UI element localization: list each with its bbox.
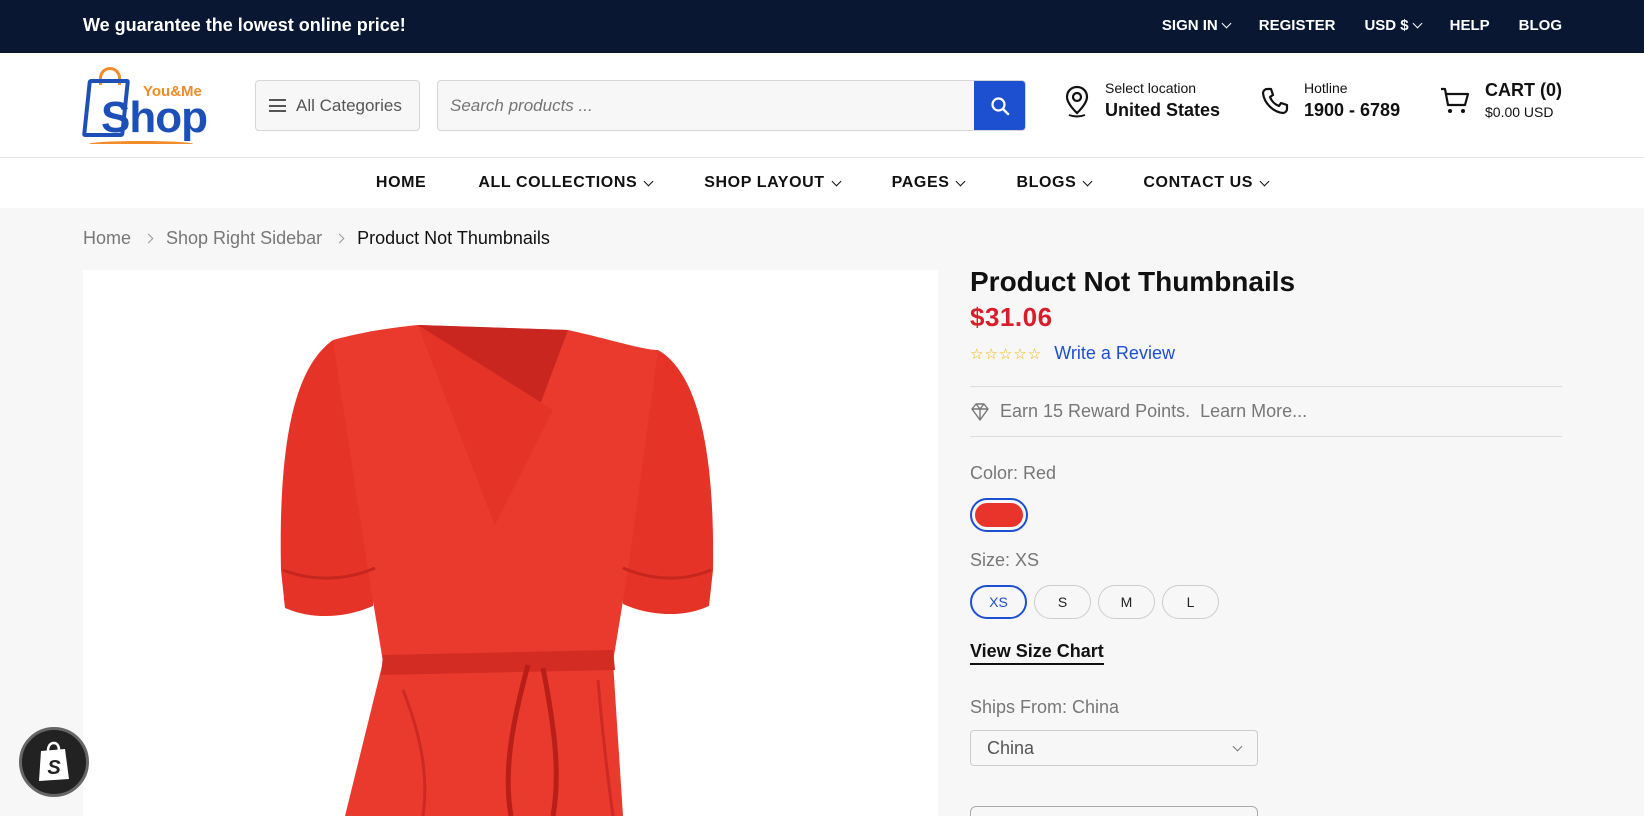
product-image[interactable] (83, 270, 938, 816)
breadcrumb-home[interactable]: Home (83, 228, 131, 249)
cart-label: CART (0) (1485, 80, 1562, 100)
help-link[interactable]: HELP (1450, 17, 1490, 34)
size-option-s[interactable]: S (1034, 585, 1091, 619)
shopify-badge[interactable]: S (19, 727, 89, 797)
currency-selector[interactable]: USD $ (1364, 17, 1423, 34)
write-review-link[interactable]: Write a Review (1054, 343, 1175, 364)
nav-item-all-collections[interactable]: ALL COLLECTIONS (478, 174, 654, 192)
blog-link[interactable]: BLOG (1519, 17, 1562, 34)
search-input[interactable] (438, 81, 976, 130)
chevron-down-icon (1259, 176, 1270, 186)
chevron-down-icon (1412, 18, 1423, 29)
all-categories-label: All Categories (296, 95, 402, 115)
learn-more-link[interactable]: Learn More... (1200, 401, 1307, 422)
sign-in-link[interactable]: SIGN IN (1161, 17, 1232, 34)
register-link[interactable]: REGISTER (1259, 17, 1336, 34)
reward-text: Earn 15 Reward Points. (1000, 401, 1191, 421)
shopify-bag-icon: S (39, 741, 69, 781)
top-links: SIGN IN REGISTER USD $ HELP BLOG (1162, 17, 1562, 34)
swatch-fill (975, 503, 1023, 527)
red-dress-illustration (280, 325, 714, 816)
search-button[interactable] (974, 81, 1025, 130)
map-pin-icon (1065, 85, 1089, 117)
nav-item-home[interactable]: HOME (376, 174, 426, 192)
location-value: United States (1105, 100, 1221, 120)
view-size-chart-link[interactable]: View Size Chart (970, 641, 1104, 665)
chevron-right-icon (143, 233, 154, 244)
nav-item-blogs[interactable]: BLOGS (1016, 174, 1093, 192)
color-swatch-red[interactable] (970, 498, 1028, 532)
color-label: Color: Red (970, 463, 1057, 483)
menu-icon (269, 99, 286, 112)
shop-logo[interactable]: You&Me Shop (81, 65, 213, 149)
site-header: You&Me Shop All Categories Select locati… (0, 53, 1644, 158)
product-title: Product Not Thumbnails (970, 266, 1296, 297)
ships-from-value: China (987, 737, 1035, 758)
hotline: Hotline 1900 - 6789 (1260, 80, 1400, 121)
nav-label: SHOP LAYOUT (704, 174, 825, 191)
all-categories-button[interactable]: All Categories (255, 80, 420, 131)
svg-text:S: S (47, 757, 61, 779)
phone-icon (1261, 87, 1289, 114)
hotline-number[interactable]: 1900 - 6789 (1304, 100, 1400, 121)
cart-total: $0.00 USD (1485, 104, 1554, 120)
logo-swoosh (89, 141, 193, 147)
nav-label: CONTACT US (1143, 174, 1254, 191)
top-bar: We guarantee the lowest online price! SI… (0, 0, 1644, 53)
star-rating: ☆☆☆☆☆ (970, 345, 1043, 363)
promo-text: We guarantee the lowest online price! (83, 15, 406, 35)
size-label: Size: XS (970, 550, 1040, 570)
cart-icon (1441, 87, 1470, 113)
chevron-down-icon (1082, 176, 1093, 186)
cart-button[interactable]: CART (0) $0.00 USD (1439, 80, 1562, 120)
nav-label: ALL COLLECTIONS (478, 174, 638, 191)
nav-item-pages[interactable]: PAGES (891, 174, 966, 192)
rating-row: ☆☆☆☆☆ Write a Review (970, 343, 1562, 364)
chevron-down-icon (1221, 18, 1232, 29)
size-option-m[interactable]: M (1098, 585, 1155, 619)
sign-in-label: SIGN IN (1161, 17, 1218, 34)
location-selector[interactable]: Select location United States (1063, 80, 1220, 121)
chevron-right-icon (334, 233, 345, 244)
nav-label: PAGES (891, 174, 950, 191)
currency-label: USD $ (1364, 17, 1409, 34)
nav-label: BLOGS (1016, 174, 1077, 191)
search-bar (437, 80, 1026, 131)
logo-main-text: Shop (101, 93, 208, 142)
size-option-xs[interactable]: XS (970, 585, 1027, 619)
chevron-down-icon (831, 176, 842, 186)
ships-from-select[interactable]: China (970, 730, 1258, 766)
product-info: Product Not Thumbnails $31.06 ☆☆☆☆☆ Writ… (970, 266, 1562, 766)
size-options: XS S M L (970, 585, 1562, 619)
ships-from-label: Ships From: China (970, 697, 1120, 717)
search-icon (990, 96, 1009, 115)
breadcrumb: Home Shop Right Sidebar Product Not Thum… (83, 228, 550, 249)
chevron-down-icon (1232, 741, 1243, 751)
nav-item-shop-layout[interactable]: SHOP LAYOUT (704, 174, 842, 192)
hotline-label: Hotline (1304, 80, 1348, 96)
location-label: Select location (1105, 80, 1197, 96)
diamond-icon (971, 402, 989, 421)
product-price: $31.06 (970, 302, 1053, 332)
breadcrumb-shop-right-sidebar[interactable]: Shop Right Sidebar (166, 228, 322, 249)
breadcrumb-current: Product Not Thumbnails (357, 228, 550, 248)
chevron-down-icon (643, 176, 654, 186)
size-option-l[interactable]: L (1162, 585, 1219, 619)
main-nav: HOME ALL COLLECTIONS SHOP LAYOUT PAGES B… (0, 158, 1644, 208)
reward-points: Earn 15 Reward Points. Learn More... (970, 386, 1562, 437)
nav-item-contact-us[interactable]: CONTACT US (1143, 174, 1270, 192)
chevron-down-icon (956, 176, 966, 186)
quantity-box[interactable] (970, 806, 1258, 816)
